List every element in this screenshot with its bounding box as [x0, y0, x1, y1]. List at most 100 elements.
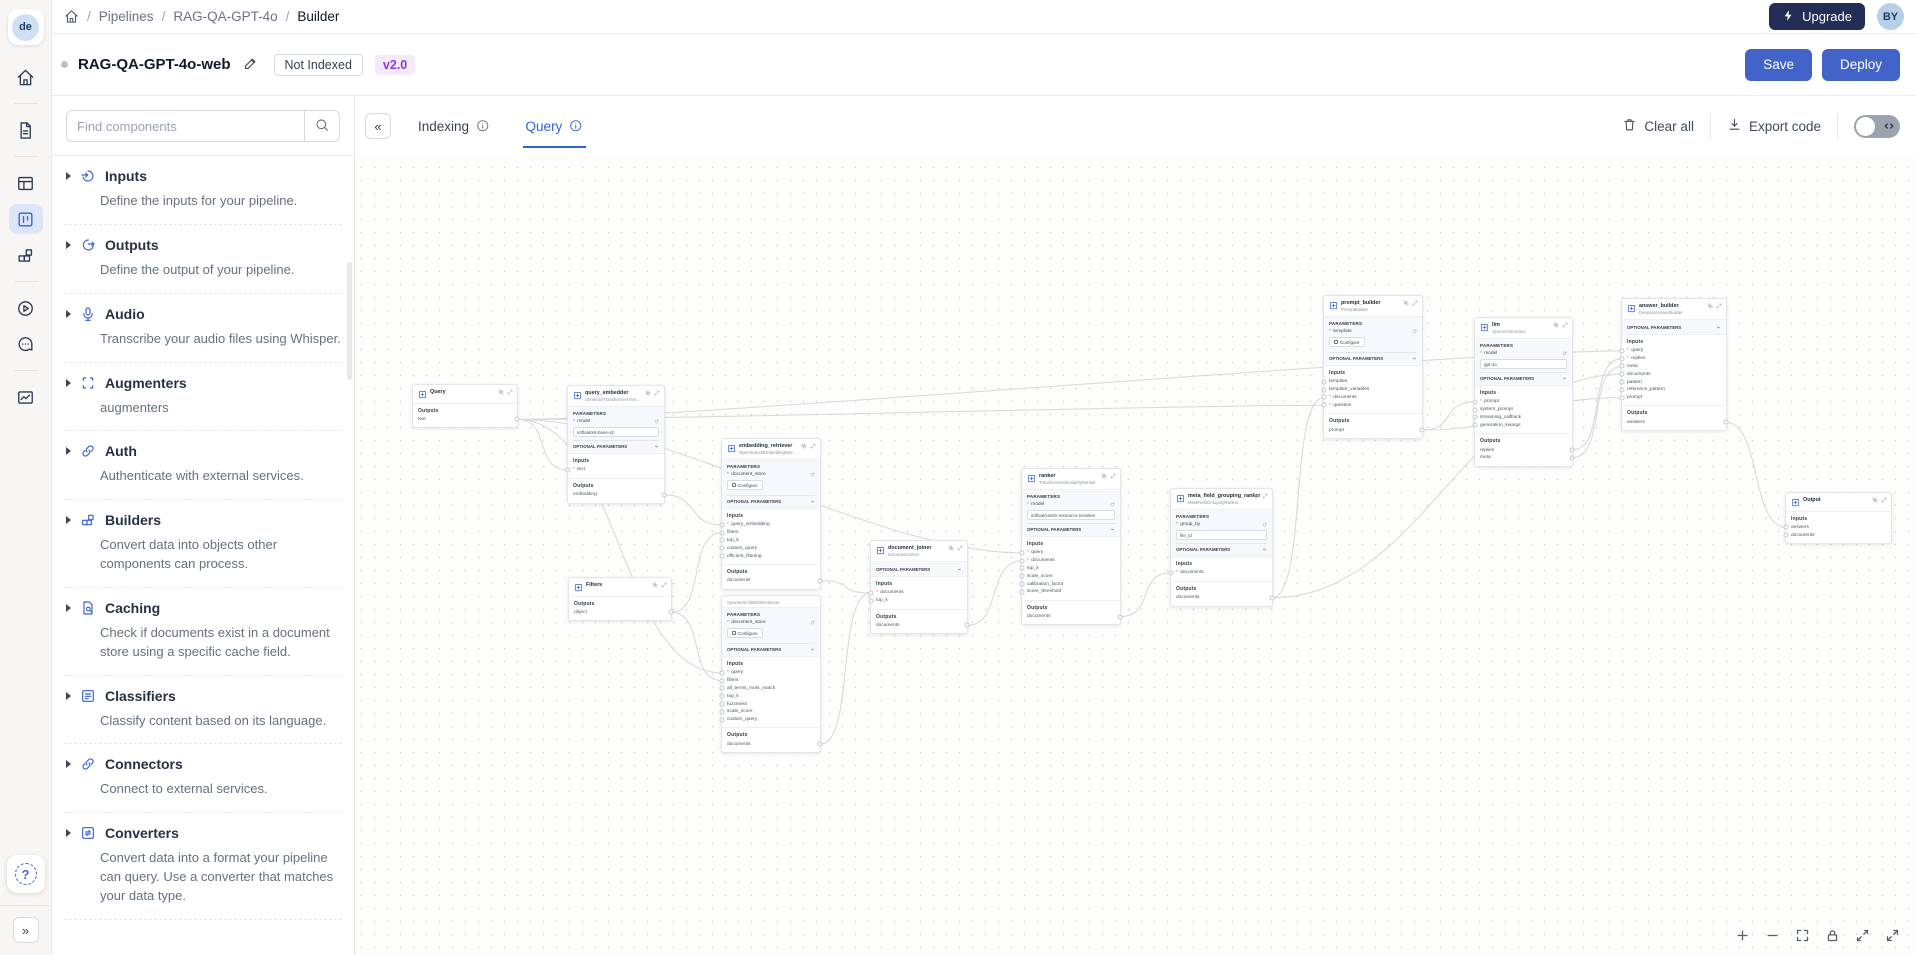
caret-right-icon[interactable]: [66, 378, 71, 387]
output-port[interactable]: [514, 416, 520, 422]
node-ranker[interactable]: ranker TransformersSimilarityRanker PARAME…: [1019, 468, 1123, 626]
expand-icon[interactable]: [507, 389, 513, 397]
optional-parameters-row[interactable]: OPTIONAL PARAMETERS: [1176, 543, 1267, 552]
fullscreen-button[interactable]: [1883, 926, 1902, 945]
rail-item-metrics[interactable]: [9, 382, 43, 412]
configure-button[interactable]: Configure: [1329, 337, 1365, 347]
port-scale_score[interactable]: scale_score: [1019, 572, 1115, 580]
port-question[interactable]: * question: [1321, 401, 1417, 409]
expand-icon[interactable]: [1562, 322, 1568, 330]
component-group-connectors[interactable]: Connectors Connect to external services.: [64, 744, 342, 814]
input-port[interactable]: [1472, 414, 1478, 420]
port-documents[interactable]: * documents: [1168, 569, 1267, 577]
breadcrumb-item[interactable]: Builder: [297, 9, 339, 24]
port-top_k[interactable]: top_k: [719, 537, 815, 545]
port-answers[interactable]: answers: [1627, 418, 1729, 426]
input-port[interactable]: [1019, 573, 1025, 579]
port-template_variables[interactable]: template_variables: [1321, 386, 1417, 394]
refresh-icon[interactable]: [654, 419, 659, 424]
tab-query[interactable]: Query: [522, 96, 587, 156]
port-fuzziness[interactable]: fuzziness: [719, 700, 815, 708]
port-filters[interactable]: filters: [719, 677, 815, 685]
port-text[interactable]: text: [418, 416, 520, 424]
copy-icon[interactable]: [1253, 493, 1259, 501]
deploy-button[interactable]: Deploy: [1821, 48, 1900, 81]
input-port[interactable]: [1019, 565, 1025, 571]
port-query_embedding[interactable]: * query_embedding: [719, 521, 815, 529]
caret-right-icon[interactable]: [66, 172, 71, 180]
node-document_joiner[interactable]: document_joiner DocumentJoiner OPTIONAL PA…: [868, 540, 970, 635]
output-port[interactable]: [661, 492, 667, 498]
expand-rail-button[interactable]: »: [12, 917, 39, 943]
node-output[interactable]: Output Inputs answers documents: [1783, 492, 1892, 545]
port-pattern[interactable]: pattern: [1619, 378, 1721, 386]
input-port[interactable]: [1619, 371, 1625, 377]
port-score_threshold[interactable]: score_threshold: [1019, 588, 1115, 596]
input-port[interactable]: [719, 709, 725, 715]
component-group-outputs[interactable]: Outputs Define the output of your pipelin…: [64, 225, 342, 294]
component-group-converters[interactable]: Converters Convert data into a format you…: [64, 813, 342, 920]
output-port[interactable]: [817, 741, 823, 747]
port-documents[interactable]: documents: [1783, 531, 1886, 539]
input-port[interactable]: [1321, 402, 1327, 408]
refresh-icon[interactable]: [1412, 329, 1417, 334]
port-documents[interactable]: documents: [1619, 370, 1721, 378]
input-port[interactable]: [565, 467, 571, 473]
port-answers[interactable]: answers: [1783, 524, 1886, 532]
component-group-caching[interactable]: Caching Check if documents exist in a doc…: [64, 588, 342, 676]
upgrade-button[interactable]: Upgrade: [1769, 3, 1865, 30]
node-filters[interactable]: Filters Outputs object: [568, 577, 674, 622]
input-port[interactable]: [1619, 395, 1625, 401]
zoom-out-button[interactable]: [1763, 926, 1782, 945]
input-port[interactable]: [719, 685, 725, 691]
port-top_k[interactable]: top_k: [1019, 565, 1115, 573]
input-port[interactable]: [1019, 581, 1025, 587]
param-value-input[interactable]: gpt-4o: [1480, 359, 1567, 369]
input-port[interactable]: [1619, 379, 1625, 385]
caret-right-icon[interactable]: [66, 240, 71, 249]
clear-all-button[interactable]: Clear all: [1622, 117, 1694, 135]
port-documents[interactable]: * documents: [1321, 394, 1417, 402]
rail-item-layout[interactable]: [9, 168, 43, 198]
copy-icon[interactable]: [1553, 322, 1559, 330]
output-port[interactable]: [1723, 419, 1729, 425]
expand-icon[interactable]: [1716, 303, 1722, 311]
expand-icon[interactable]: [810, 443, 816, 451]
port-reference_pattern[interactable]: reference_pattern: [1619, 386, 1721, 394]
port-object[interactable]: object: [574, 609, 674, 617]
component-group-augmenters[interactable]: Augmenters augmenters: [64, 363, 342, 432]
component-group-audio[interactable]: Audio Transcribe your audio files using W…: [64, 294, 342, 363]
output-port[interactable]: [668, 609, 674, 615]
node-embedding_retriever[interactable]: embedding_retriever OpenSearchEmbeddingRe…: [719, 438, 823, 590]
param-value-input[interactable]: file_id: [1176, 530, 1267, 540]
output-port[interactable]: [817, 578, 823, 584]
copy-icon[interactable]: [1872, 497, 1878, 505]
expand-icon[interactable]: [1412, 300, 1418, 308]
input-port[interactable]: [1321, 394, 1327, 400]
refresh-icon[interactable]: [810, 620, 815, 625]
search-button[interactable]: [304, 110, 340, 142]
optional-parameters-row[interactable]: OPTIONAL PARAMETERS: [876, 566, 962, 572]
output-port[interactable]: [1569, 447, 1575, 453]
optional-parameters-row[interactable]: OPTIONAL PARAMETERS: [727, 495, 815, 504]
output-port[interactable]: [1269, 595, 1275, 601]
caret-right-icon[interactable]: [66, 309, 71, 318]
input-port[interactable]: [1472, 407, 1478, 413]
node-prompt_builder[interactable]: prompt_builder PromptBuilder PARAMETERS * t…: [1321, 295, 1425, 439]
input-port[interactable]: [719, 553, 725, 559]
optional-parameters-row[interactable]: OPTIONAL PARAMETERS: [1627, 324, 1721, 330]
input-port[interactable]: [1783, 532, 1789, 538]
input-port[interactable]: [719, 530, 725, 536]
port-text[interactable]: * text: [565, 466, 659, 474]
input-port[interactable]: [719, 701, 725, 707]
input-port[interactable]: [719, 545, 725, 551]
rail-item-file[interactable]: [9, 115, 43, 145]
avatar[interactable]: BY: [1877, 3, 1904, 30]
param-value-input[interactable]: intfloat/simlm-msmarco-reranker: [1027, 510, 1115, 520]
port-prompt[interactable]: prompt: [1329, 426, 1425, 434]
optional-parameters-row[interactable]: OPTIONAL PARAMETERS: [1480, 372, 1567, 381]
caret-right-icon[interactable]: [66, 691, 71, 700]
input-port[interactable]: [719, 522, 725, 528]
export-code-button[interactable]: Export code: [1727, 117, 1821, 135]
port-meta[interactable]: meta: [1480, 454, 1575, 462]
